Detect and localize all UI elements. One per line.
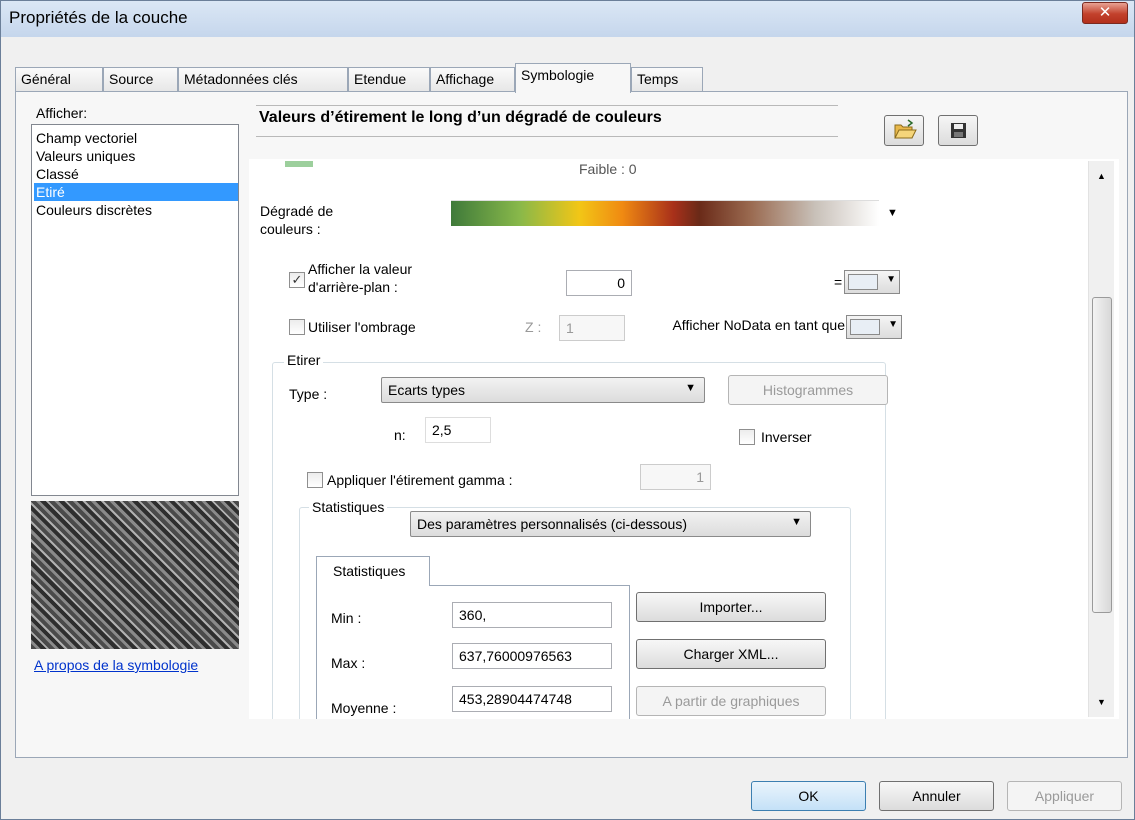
- color-ramp[interactable]: [451, 200, 879, 226]
- min-input[interactable]: 360,: [452, 602, 612, 628]
- z-factor-input[interactable]: 1: [559, 315, 625, 341]
- statistics-tab-label: Statistiques: [333, 563, 406, 579]
- shading-label: Utiliser l'ombrage: [308, 319, 416, 335]
- chevron-down-icon: ▼: [791, 516, 802, 528]
- stretch-group-title: Etirer: [284, 352, 324, 368]
- tab-symbology[interactable]: Symbologie: [515, 63, 631, 93]
- tab-extent[interactable]: Etendue: [348, 67, 430, 92]
- background-value-input[interactable]: 0: [566, 270, 632, 296]
- statistics-tab[interactable]: Statistiques: [316, 556, 430, 586]
- stretch-type-label: Type :: [289, 386, 328, 402]
- open-button[interactable]: [884, 115, 924, 146]
- renderer-list[interactable]: Champ vectoriel Valeurs uniques Classé E…: [31, 124, 239, 496]
- mean-input[interactable]: 453,28904474748: [452, 686, 612, 712]
- gamma-input[interactable]: 1: [640, 464, 711, 490]
- close-icon: ✕: [1098, 4, 1112, 21]
- symbology-preview-image: [31, 501, 239, 649]
- ok-button[interactable]: OK: [751, 781, 866, 811]
- color-ramp-dropdown-icon[interactable]: ▼: [887, 207, 898, 219]
- list-item-unique-values[interactable]: Valeurs uniques: [34, 147, 238, 165]
- load-xml-button[interactable]: Charger XML...: [636, 639, 826, 669]
- import-button[interactable]: Importer...: [636, 592, 826, 622]
- background-value-checkbox[interactable]: ✓: [289, 272, 305, 288]
- low-swatch: [285, 161, 313, 167]
- histograms-button[interactable]: Histogrammes: [728, 375, 888, 405]
- scroll-up-icon[interactable]: ▲: [1097, 171, 1106, 181]
- n-value-input[interactable]: 2,5: [425, 417, 491, 443]
- nodata-color-picker[interactable]: ▼: [846, 315, 902, 339]
- list-item-vector-field[interactable]: Champ vectoriel: [34, 129, 238, 147]
- low-label: Faible : 0: [579, 161, 637, 177]
- save-button[interactable]: [938, 115, 978, 146]
- save-icon: [951, 123, 966, 138]
- color-ramp-label: Dégradé de couleurs :: [260, 203, 334, 237]
- tab-display[interactable]: Affichage: [430, 67, 515, 92]
- cancel-button[interactable]: Annuler: [879, 781, 994, 811]
- scrollbar-thumb[interactable]: [1092, 297, 1112, 613]
- title-bar: Propriétés de la couche ✕: [1, 1, 1134, 37]
- close-button[interactable]: ✕: [1082, 2, 1128, 24]
- window-title: Propriétés de la couche: [9, 8, 188, 27]
- stretch-type-value: Ecarts types: [388, 382, 466, 398]
- show-label: Afficher:: [36, 105, 88, 121]
- z-label: Z :: [525, 319, 542, 335]
- about-symbology-link[interactable]: A propos de la symbologie: [34, 657, 198, 673]
- list-item-classified[interactable]: Classé: [34, 165, 238, 183]
- list-item-stretched[interactable]: Etiré: [34, 183, 238, 201]
- statistics-mode-value: Des paramètres personnalisés (ci-dessous…: [417, 516, 687, 532]
- scroll-down-icon[interactable]: ▼: [1097, 697, 1106, 707]
- dialog-footer: OK Annuler Appliquer: [1, 759, 1134, 819]
- gamma-label: Appliquer l'étirement gamma :: [327, 472, 513, 488]
- gamma-checkbox[interactable]: [307, 472, 323, 488]
- max-input[interactable]: 637,76000976563: [452, 643, 612, 669]
- list-item-discrete-colors[interactable]: Couleurs discrètes: [34, 201, 238, 219]
- min-label: Min :: [331, 610, 362, 626]
- symbology-title: Valeurs d’étirement le long d’un dégradé…: [256, 105, 838, 137]
- tab-time[interactable]: Temps: [631, 67, 703, 92]
- tab-source[interactable]: Source: [103, 67, 178, 92]
- mean-label: Moyenne :: [331, 700, 397, 716]
- max-label: Max :: [331, 655, 366, 671]
- vertical-scrollbar[interactable]: ▲ ▼: [1088, 161, 1114, 717]
- background-value-label: Afficher la valeur d'arrière-plan :: [308, 261, 413, 295]
- nodata-label: Afficher NoData en tant que: [672, 317, 845, 333]
- background-equals-sign: =: [834, 274, 843, 290]
- background-color-picker[interactable]: ▼: [844, 270, 900, 294]
- n-label: n:: [394, 427, 406, 443]
- tab-general[interactable]: Général: [15, 67, 103, 92]
- statistics-mode-select[interactable]: Des paramètres personnalisés (ci-dessous…: [410, 511, 811, 537]
- folder-open-icon: [894, 119, 917, 139]
- statistics-group-title: Statistiques: [309, 499, 388, 515]
- symbology-settings-panel: Faible : 0 Dégradé de couleurs : ▼ ✓ Aff…: [249, 159, 1119, 719]
- layer-properties-dialog: Propriétés de la couche ✕ Général Source…: [0, 0, 1135, 820]
- tab-metadata[interactable]: Métadonnées clés: [178, 67, 348, 92]
- apply-button[interactable]: Appliquer: [1007, 781, 1122, 811]
- chevron-down-icon: ▼: [685, 382, 696, 394]
- shading-checkbox[interactable]: [289, 319, 305, 335]
- invert-label: Inverser: [761, 429, 812, 445]
- invert-checkbox[interactable]: [739, 429, 755, 445]
- from-graphics-button[interactable]: A partir de graphiques: [636, 686, 826, 716]
- stretch-type-select[interactable]: Ecarts types ▼: [381, 377, 705, 403]
